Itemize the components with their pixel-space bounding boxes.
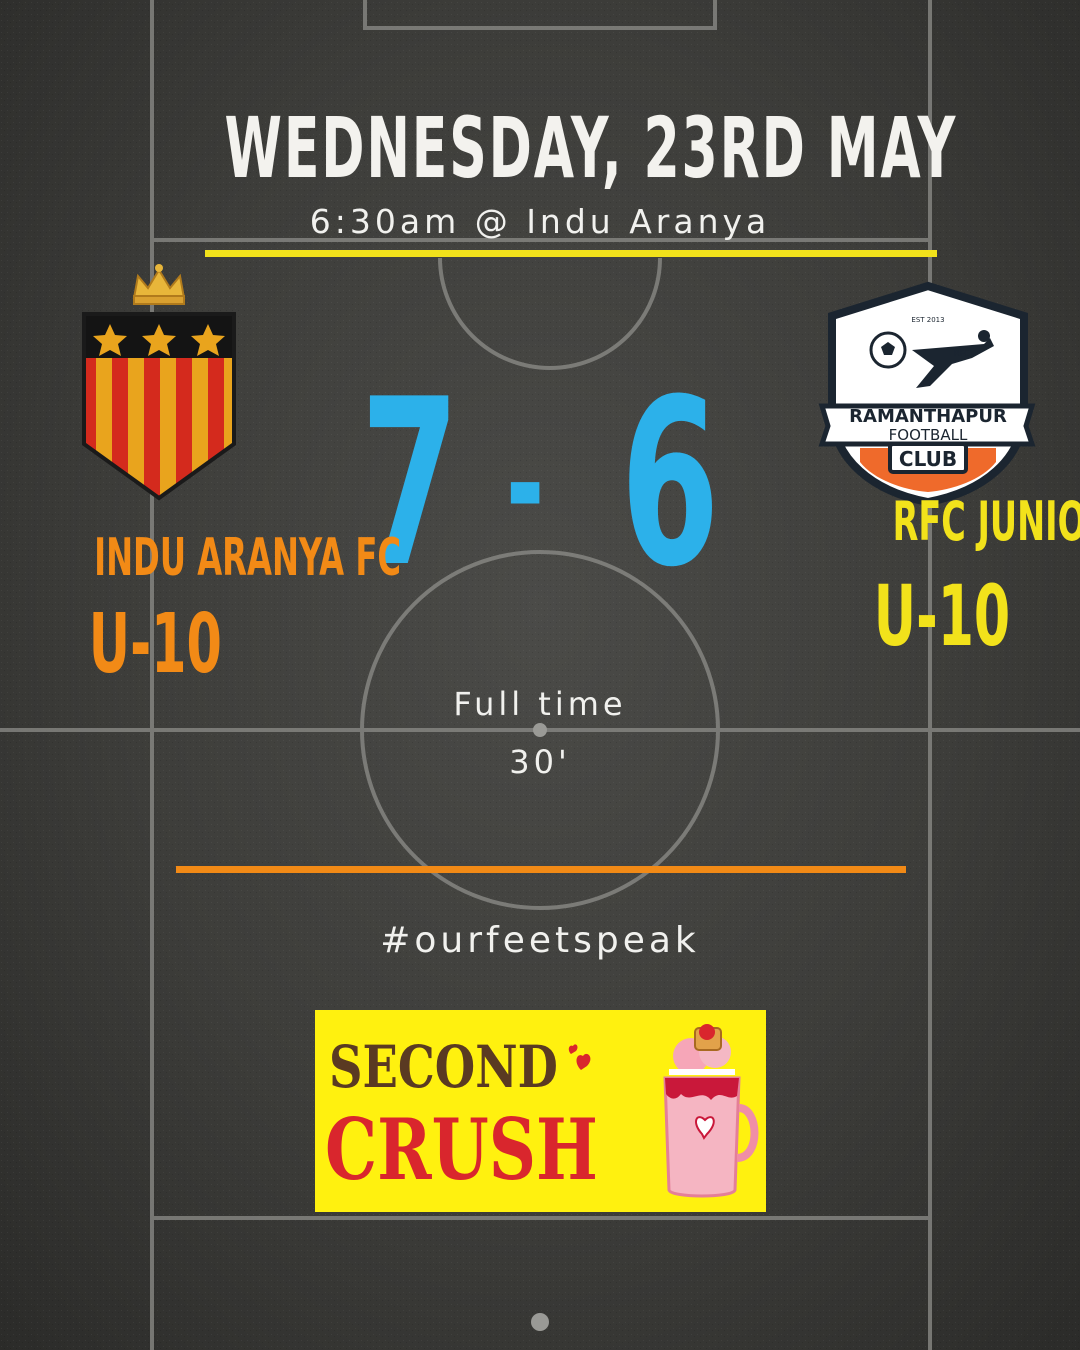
shield-icon [82, 312, 236, 501]
sponsor-banner: SECOND CRUSH [315, 1010, 766, 1212]
bottom-divider [176, 866, 906, 873]
match-status: Full time [453, 685, 627, 723]
away-team-age-group: U-10 [818, 570, 1066, 662]
away-team-crest: EST 2013 RFC RAMANTHAPUR FOOTBALL CLUB [818, 281, 1036, 506]
milkshake-jar-icon [663, 1024, 759, 1198]
away-team-name: RFC JUNIORS [818, 492, 1080, 552]
match-duration: 30' [509, 743, 571, 781]
match-result-poster: WEDNESDAY, 23RD MAY 6:30am @ Indu Aranya [0, 0, 1080, 1350]
home-team-crest [82, 264, 236, 501]
top-divider [205, 250, 937, 257]
hashtag: #ourfeetspeak [380, 920, 700, 961]
score-separator: - [460, 370, 590, 600]
home-team-name-text: INDU ARANYA FC [94, 528, 402, 588]
sponsor-name-line1: SECOND [329, 1033, 558, 1101]
crown-icon [132, 264, 186, 305]
home-team-name: INDU ARANYA FC [0, 528, 401, 588]
away-score-value: 6 [620, 351, 720, 618]
football-icon [869, 331, 907, 369]
crest-initials: RFC [954, 349, 970, 358]
match-date: WEDNESDAY, 23RD MAY [0, 100, 1080, 196]
sponsor-name-line2: CRUSH [325, 1100, 598, 1199]
crest-line1: RAMANTHAPUR [849, 406, 1007, 427]
match-date-text: WEDNESDAY, 23RD MAY [224, 99, 958, 197]
crest-line2: FOOTBALL [889, 426, 968, 444]
home-team-age-group: U-10 [0, 600, 310, 690]
score-separator-text: - [505, 398, 545, 572]
small-hearts-icon [568, 1044, 591, 1070]
away-score: 6 [590, 370, 730, 600]
home-team-age-text: U-10 [88, 597, 222, 692]
away-team-age-text: U-10 [873, 567, 1011, 665]
match-time-venue: 6:30am @ Indu Aranya [309, 202, 771, 241]
crest-line3: CLUB [899, 447, 957, 471]
crest-est-text: EST 2013 [911, 316, 944, 324]
away-team-name-text: RFC JUNIORS [892, 490, 1080, 553]
